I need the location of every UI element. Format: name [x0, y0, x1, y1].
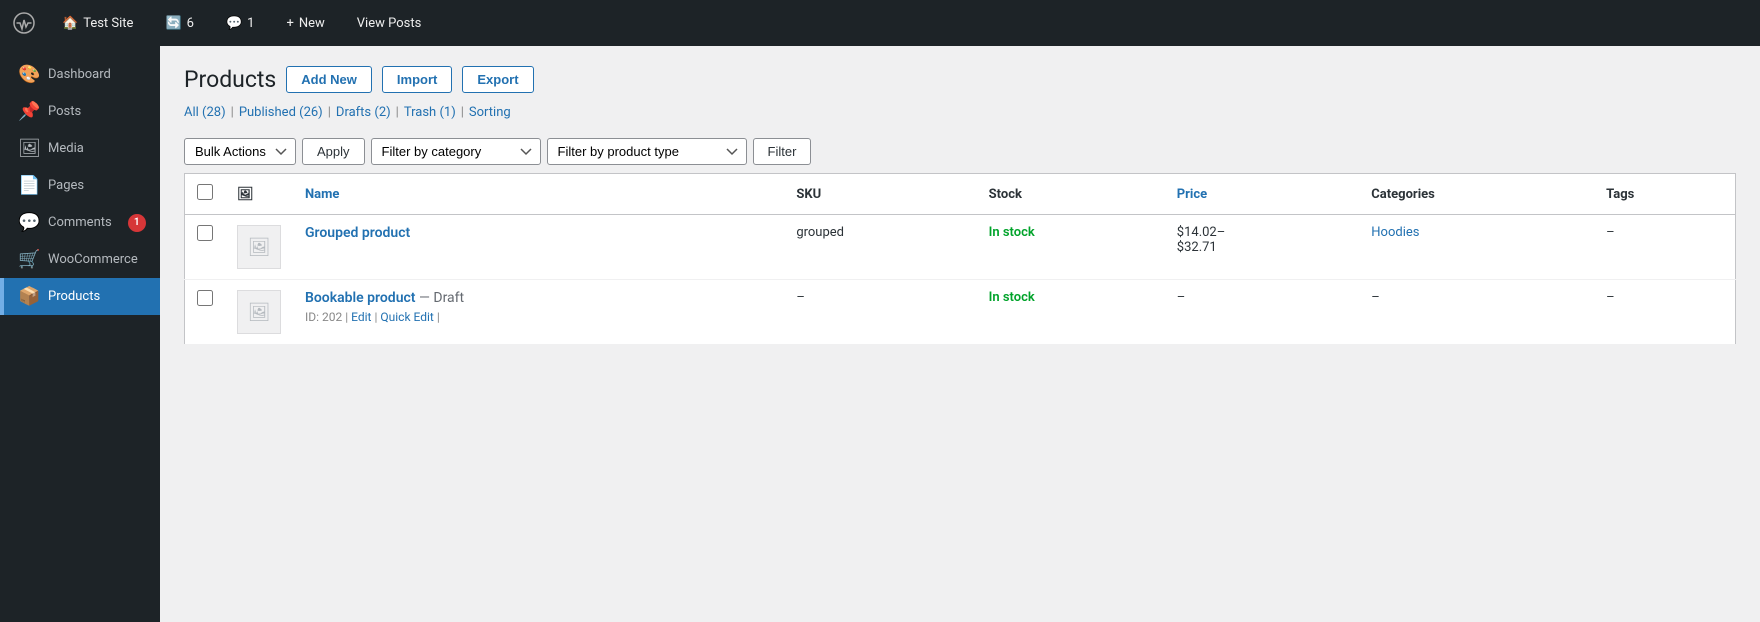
- price-column-header[interactable]: Price: [1165, 174, 1360, 215]
- stock-status: In stock: [989, 290, 1035, 305]
- product-thumbnail: 🖼: [237, 225, 281, 269]
- row-checkbox-cell: [185, 215, 226, 280]
- adminbar-updates[interactable]: 🔄 6: [157, 0, 202, 46]
- product-price-cell: $14.02–$32.71: [1165, 215, 1360, 280]
- apply-button[interactable]: Apply: [302, 138, 365, 165]
- products-table: 🖼 Name SKU Stock Price Catego: [184, 173, 1736, 345]
- row-checkbox[interactable]: [197, 225, 213, 241]
- sidebar: 🎨 Dashboard 📌 Posts 🖼 Media 📄 Pages 💬 Co…: [0, 46, 160, 622]
- table-row: 🖼 Bookable product — Draft ID: 202 | Edi…: [185, 280, 1736, 345]
- product-thumbnail: 🖼: [237, 290, 281, 334]
- product-tags-cell: –: [1594, 280, 1735, 345]
- home-icon: 🏠: [62, 16, 78, 31]
- filter-tab-published[interactable]: Published (26): [239, 105, 323, 120]
- products-icon: 📦: [18, 286, 38, 307]
- wp-logo[interactable]: [10, 9, 38, 37]
- adminbar-site[interactable]: 🏠 Test Site: [54, 0, 141, 46]
- filter-tabs: All (28) | Published (26) | Drafts (2) |…: [184, 105, 1736, 120]
- product-category-link[interactable]: Hoodies: [1371, 225, 1419, 240]
- product-tags-cell: –: [1594, 215, 1735, 280]
- select-all-checkbox[interactable]: [197, 184, 213, 200]
- product-thumb-cell: 🖼: [225, 280, 293, 345]
- thumb-header: 🖼: [225, 174, 293, 215]
- edit-link[interactable]: Edit: [351, 310, 371, 324]
- product-stock-cell: In stock: [977, 280, 1165, 345]
- product-id: ID: 202: [305, 310, 342, 324]
- bulk-actions-select[interactable]: Bulk Actions: [184, 138, 296, 165]
- page-title: Products: [184, 66, 276, 93]
- image-column-icon: 🖼: [237, 187, 254, 202]
- product-thumb-cell: 🖼: [225, 215, 293, 280]
- product-sku-cell: –: [784, 280, 976, 345]
- filter-tab-drafts[interactable]: Drafts (2): [336, 105, 391, 120]
- plus-icon: +: [286, 16, 293, 31]
- product-categories-cell: Hoodies: [1359, 215, 1594, 280]
- row-actions: ID: 202 | Edit | Quick Edit |: [305, 310, 772, 324]
- media-icon: 🖼: [18, 138, 38, 159]
- tags-column-header: Tags: [1594, 174, 1735, 215]
- updates-icon: 🔄: [165, 16, 181, 31]
- sidebar-item-woocommerce[interactable]: 🛒 WooCommerce: [0, 241, 160, 278]
- row-checkbox[interactable]: [197, 290, 213, 306]
- woocommerce-icon: 🛒: [18, 249, 38, 270]
- comments-badge: 1: [128, 214, 146, 232]
- filter-button[interactable]: Filter: [753, 138, 812, 165]
- product-price-cell: –: [1165, 280, 1360, 345]
- main-content: Products Add New Import Export All (28) …: [160, 46, 1760, 622]
- categories-column-header: Categories: [1359, 174, 1594, 215]
- filter-category-select[interactable]: Filter by category: [371, 138, 541, 165]
- stock-column-header: Stock: [977, 174, 1165, 215]
- sidebar-item-pages[interactable]: 📄 Pages: [0, 167, 160, 204]
- pages-icon: 📄: [18, 175, 38, 196]
- import-button[interactable]: Import: [382, 66, 452, 93]
- product-name-link[interactable]: Grouped product: [305, 225, 410, 241]
- toolbar: Bulk Actions Apply Filter by category Fi…: [184, 130, 1736, 173]
- sidebar-item-posts[interactable]: 📌 Posts: [0, 93, 160, 130]
- table-row: 🖼 Grouped product grouped In stock $14.0…: [185, 215, 1736, 280]
- adminbar-new[interactable]: + New: [278, 0, 332, 46]
- row-checkbox-cell: [185, 280, 226, 345]
- page-header: Products Add New Import Export: [184, 66, 1736, 93]
- filter-tab-all[interactable]: All (28): [184, 105, 226, 120]
- select-all-header: [185, 174, 226, 215]
- comments-icon: 💬: [226, 16, 242, 31]
- filter-type-select[interactable]: Filter by product type: [547, 138, 747, 165]
- adminbar-comments[interactable]: 💬 1: [218, 0, 263, 46]
- name-column-header[interactable]: Name: [293, 174, 784, 215]
- filter-tab-trash[interactable]: Trash (1): [404, 105, 456, 120]
- dashboard-icon: 🎨: [18, 64, 38, 85]
- product-sku-cell: grouped: [784, 215, 976, 280]
- add-new-button[interactable]: Add New: [286, 66, 372, 93]
- draft-label: — Draft: [419, 290, 464, 306]
- admin-bar: 🏠 Test Site 🔄 6 💬 1 + New View Posts: [0, 0, 1760, 46]
- product-name-cell: Bookable product — Draft ID: 202 | Edit …: [293, 280, 784, 345]
- product-stock-cell: In stock: [977, 215, 1165, 280]
- sidebar-item-dashboard[interactable]: 🎨 Dashboard: [0, 56, 160, 93]
- filter-tab-sorting[interactable]: Sorting: [469, 105, 511, 120]
- sidebar-item-products[interactable]: 📦 Products: [0, 278, 160, 315]
- product-categories-cell: –: [1359, 280, 1594, 345]
- comments-sidebar-icon: 💬: [18, 212, 38, 233]
- export-button[interactable]: Export: [462, 66, 533, 93]
- posts-icon: 📌: [18, 101, 38, 122]
- product-price: $14.02–$32.71: [1177, 225, 1226, 255]
- sku-column-header: SKU: [784, 174, 976, 215]
- product-name-link[interactable]: Bookable product — Draft: [305, 290, 464, 306]
- product-name-cell: Grouped product: [293, 215, 784, 280]
- quick-edit-link[interactable]: Quick Edit: [380, 310, 433, 324]
- stock-status: In stock: [989, 225, 1035, 240]
- adminbar-view-posts[interactable]: View Posts: [349, 0, 430, 46]
- sidebar-item-media[interactable]: 🖼 Media: [0, 130, 160, 167]
- sidebar-item-comments[interactable]: 💬 Comments 1: [0, 204, 160, 241]
